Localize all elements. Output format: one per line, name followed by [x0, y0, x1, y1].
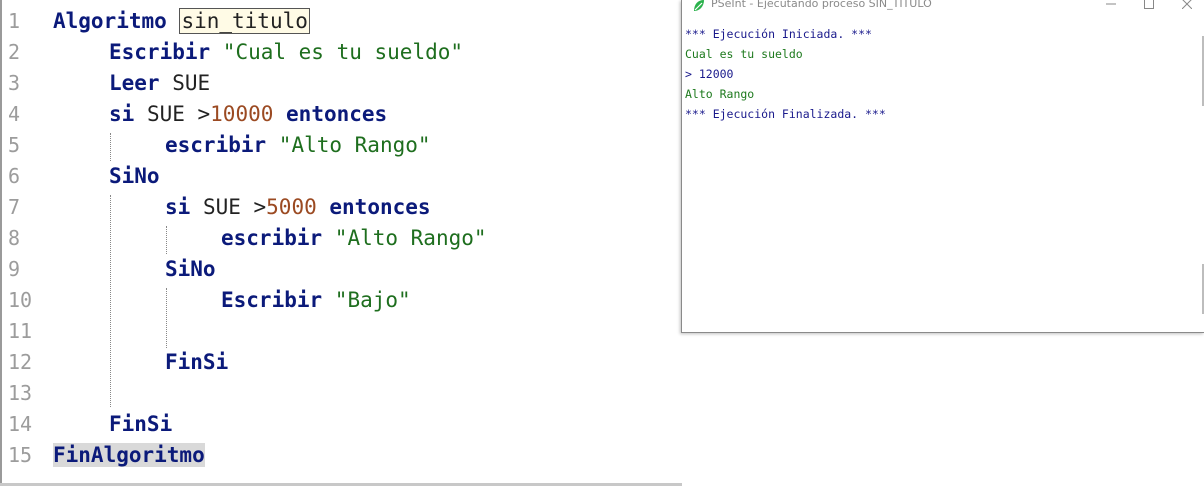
- console-titlebar[interactable]: PSeInt - Ejecutando proceso SIN_TITULO: [682, 0, 1204, 14]
- code-text: Escribir "Cual es tu sueldo": [109, 40, 463, 64]
- code-line[interactable]: 3 Leer SUE: [0, 68, 700, 99]
- close-button[interactable]: [1172, 0, 1202, 12]
- code-token: SiNo: [165, 257, 216, 281]
- line-number: 11: [8, 319, 33, 343]
- line-number: 13: [8, 381, 33, 405]
- code-line[interactable]: 11: [0, 316, 700, 347]
- indent-guide: [110, 195, 111, 407]
- line-number: 10: [8, 288, 33, 312]
- code-line[interactable]: 7 si SUE >5000 entonces: [0, 192, 700, 223]
- code-text: Escribir "Bajo": [221, 288, 411, 312]
- code-line[interactable]: 10 Escribir "Bajo": [0, 285, 700, 316]
- code-text: FinAlgoritmo: [53, 443, 205, 467]
- code-line[interactable]: 6 SiNo: [0, 161, 700, 192]
- code-token: escribir: [221, 226, 323, 250]
- code-token: Leer: [109, 71, 160, 95]
- line-number: 9: [8, 257, 21, 281]
- console-output-line: *** Ejecución Iniciada. ***: [685, 27, 872, 41]
- console-window[interactable]: PSeInt - Ejecutando proceso SIN_TITULO *…: [681, 0, 1204, 333]
- code-text: si SUE >10000 entonces: [109, 102, 387, 126]
- code-token: entonces: [286, 102, 388, 126]
- maximize-button[interactable]: [1134, 0, 1164, 12]
- code-token: si: [165, 195, 191, 219]
- code-line[interactable]: 4 si SUE >10000 entonces: [0, 99, 700, 130]
- console-scrollbar[interactable]: [1197, 14, 1204, 332]
- line-number: 6: [8, 164, 21, 188]
- code-token: "Alto Rango": [266, 133, 431, 157]
- line-number: 14: [8, 412, 33, 436]
- code-line[interactable]: 2 Escribir "Cual es tu sueldo": [0, 37, 700, 68]
- indent-guide: [110, 133, 111, 161]
- console-output-line: Cual es tu sueldo: [685, 47, 803, 61]
- code-token: entonces: [329, 195, 431, 219]
- console-output-line: > 12000: [685, 67, 734, 81]
- code-text: SiNo: [109, 164, 160, 188]
- console-title: PSeInt - Ejecutando proceso SIN_TITULO: [711, 0, 932, 10]
- code-token: "Alto Rango": [322, 226, 487, 250]
- code-line[interactable]: 12 FinSi: [0, 347, 700, 378]
- code-text: SiNo: [165, 257, 216, 281]
- console-output-line: Alto Rango: [685, 87, 755, 101]
- code-token: si: [109, 102, 135, 126]
- code-token: sin_titulo: [179, 8, 310, 34]
- code-token: SUE >: [134, 102, 211, 126]
- line-number: 3: [8, 71, 21, 95]
- code-token: Escribir: [221, 288, 323, 312]
- code-token: 5000: [266, 195, 317, 219]
- code-line[interactable]: 1 Algoritmo sin_titulo: [0, 6, 700, 37]
- indent-guide: [166, 226, 167, 254]
- line-number: 1: [8, 9, 21, 33]
- code-token: 10000: [210, 102, 274, 126]
- code-token: "Bajo": [322, 288, 411, 312]
- code-token: Algoritmo: [53, 9, 167, 33]
- code-line[interactable]: 8 escribir "Alto Rango": [0, 223, 700, 254]
- line-number: 5: [8, 133, 21, 157]
- code-token: SUE: [159, 71, 211, 95]
- code-line[interactable]: 13: [0, 378, 700, 409]
- indent-guide: [166, 288, 167, 348]
- code-token: escribir: [165, 133, 267, 157]
- line-number: 8: [8, 226, 21, 250]
- code-token: FinSi: [109, 412, 173, 436]
- code-text: escribir "Alto Rango": [165, 133, 431, 157]
- code-text: FinSi: [165, 350, 228, 374]
- code-text: si SUE >5000 entonces: [165, 195, 431, 219]
- line-number: 12: [8, 350, 33, 374]
- pseint-leaf-icon: [692, 0, 706, 12]
- code-line[interactable]: 5 escribir "Alto Rango": [0, 130, 700, 161]
- code-token: Escribir: [109, 40, 211, 64]
- minimize-button[interactable]: [1096, 0, 1126, 12]
- line-number: 2: [8, 40, 21, 64]
- line-number: 7: [8, 195, 21, 219]
- code-token: FinAlgoritmo: [53, 443, 205, 467]
- code-line[interactable]: 9 SiNo: [0, 254, 700, 285]
- code-token: "Cual es tu sueldo": [210, 40, 464, 64]
- code-line[interactable]: 15 FinAlgoritmo: [0, 440, 700, 471]
- line-number: 15: [8, 443, 33, 467]
- code-text: FinSi: [109, 412, 172, 436]
- code-text: escribir "Alto Rango": [221, 226, 487, 250]
- line-number: 4: [8, 102, 21, 126]
- code-text: Leer SUE: [109, 71, 210, 95]
- code-token: SUE >: [190, 195, 267, 219]
- code-token: SiNo: [109, 164, 160, 188]
- code-token: FinSi: [165, 350, 229, 374]
- console-output-line: *** Ejecución Finalizada. ***: [685, 107, 886, 121]
- code-line[interactable]: 14 FinSi: [0, 409, 700, 440]
- code-text: Algoritmo sin_titulo: [53, 8, 310, 34]
